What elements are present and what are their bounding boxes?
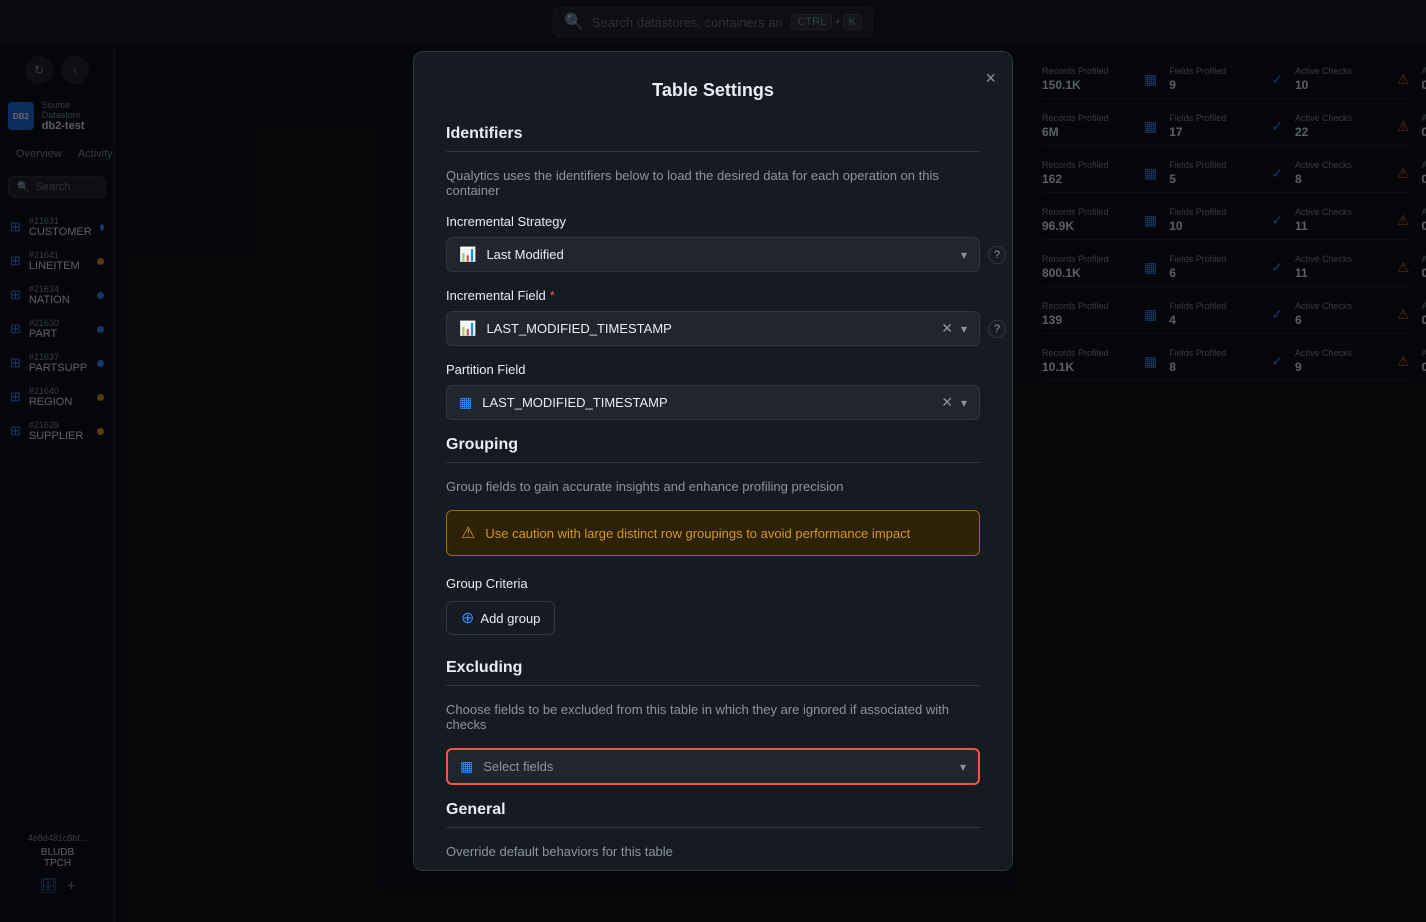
incremental-strategy-row: 📊 Last Modified ▾ ? — [446, 237, 980, 272]
partition-field-arrow-icon: ▾ — [961, 396, 967, 410]
identifiers-divider — [446, 151, 980, 152]
partition-icon: ▦ — [459, 394, 472, 411]
incremental-strategy-select[interactable]: 📊 Last Modified ▾ — [446, 237, 980, 272]
warning-text: Use caution with large distinct row grou… — [485, 526, 910, 541]
incremental-field-clear-button[interactable]: ✕ — [941, 320, 953, 337]
incremental-field-arrow-icon: ▾ — [961, 322, 967, 336]
incremental-field-help-icon[interactable]: ? — [988, 320, 1006, 338]
required-indicator: * — [550, 288, 555, 303]
grouping-warning-banner: ⚠ Use caution with large distinct row gr… — [446, 510, 980, 556]
excluding-divider — [446, 685, 980, 686]
incremental-field-value: LAST_MODIFIED_TIMESTAMP — [486, 321, 941, 336]
grouping-divider — [446, 462, 980, 463]
excluding-description: Choose fields to be excluded from this t… — [446, 702, 980, 732]
modal-overlay: × Table Settings Identifiers Qualytics u… — [0, 0, 1426, 922]
partition-field-value: LAST_MODIFIED_TIMESTAMP — [482, 395, 941, 410]
partition-field-select[interactable]: ▦ LAST_MODIFIED_TIMESTAMP ✕ ▾ — [446, 385, 980, 420]
modal-title: Table Settings — [446, 80, 980, 101]
table-settings-modal: × Table Settings Identifiers Qualytics u… — [413, 51, 1013, 871]
general-section-title: General — [446, 801, 980, 819]
incremental-strategy-help-icon[interactable]: ? — [988, 246, 1006, 264]
select-fields-arrow-icon: ▾ — [960, 760, 966, 774]
modal-close-button[interactable]: × — [985, 68, 996, 89]
add-group-label: Add group — [480, 611, 540, 626]
incremental-field-select[interactable]: 📊 LAST_MODIFIED_TIMESTAMP ✕ ▾ — [446, 311, 980, 346]
partition-field-clear-button[interactable]: ✕ — [941, 394, 953, 411]
identifiers-description: Qualytics uses the identifiers below to … — [446, 168, 980, 198]
general-divider — [446, 827, 980, 828]
warning-icon: ⚠ — [461, 523, 475, 543]
incremental-strategy-value: Last Modified — [486, 247, 961, 262]
grouping-description: Group fields to gain accurate insights a… — [446, 479, 980, 494]
incremental-field-row: 📊 LAST_MODIFIED_TIMESTAMP ✕ ▾ ? — [446, 311, 980, 346]
incremental-field-label: Incremental Field* — [446, 288, 980, 303]
grouping-section-title: Grouping — [446, 436, 980, 454]
add-group-button[interactable]: ⊕ Add group — [446, 601, 555, 635]
select-fields-dropdown[interactable]: ▦ Select fields ▾ — [446, 748, 980, 785]
partition-field-label: Partition Field — [446, 362, 980, 377]
bar-chart-icon: 📊 — [459, 246, 476, 263]
partition-field-row: ▦ LAST_MODIFIED_TIMESTAMP ✕ ▾ — [446, 385, 980, 420]
select-fields-placeholder: Select fields — [483, 759, 960, 774]
excluding-section-title: Excluding — [446, 659, 980, 677]
dropdown-arrow-icon: ▾ — [961, 248, 967, 262]
identifiers-section-title: Identifiers — [446, 125, 980, 143]
group-criteria-label: Group Criteria — [446, 576, 980, 591]
select-fields-row: ▦ Select fields ▾ — [446, 748, 980, 785]
field-chart-icon: 📊 — [459, 320, 476, 337]
general-description: Override default behaviors for this tabl… — [446, 844, 980, 859]
incremental-strategy-label: Incremental Strategy — [446, 214, 980, 229]
plus-circle-icon: ⊕ — [461, 608, 474, 628]
fields-icon: ▦ — [460, 758, 473, 775]
